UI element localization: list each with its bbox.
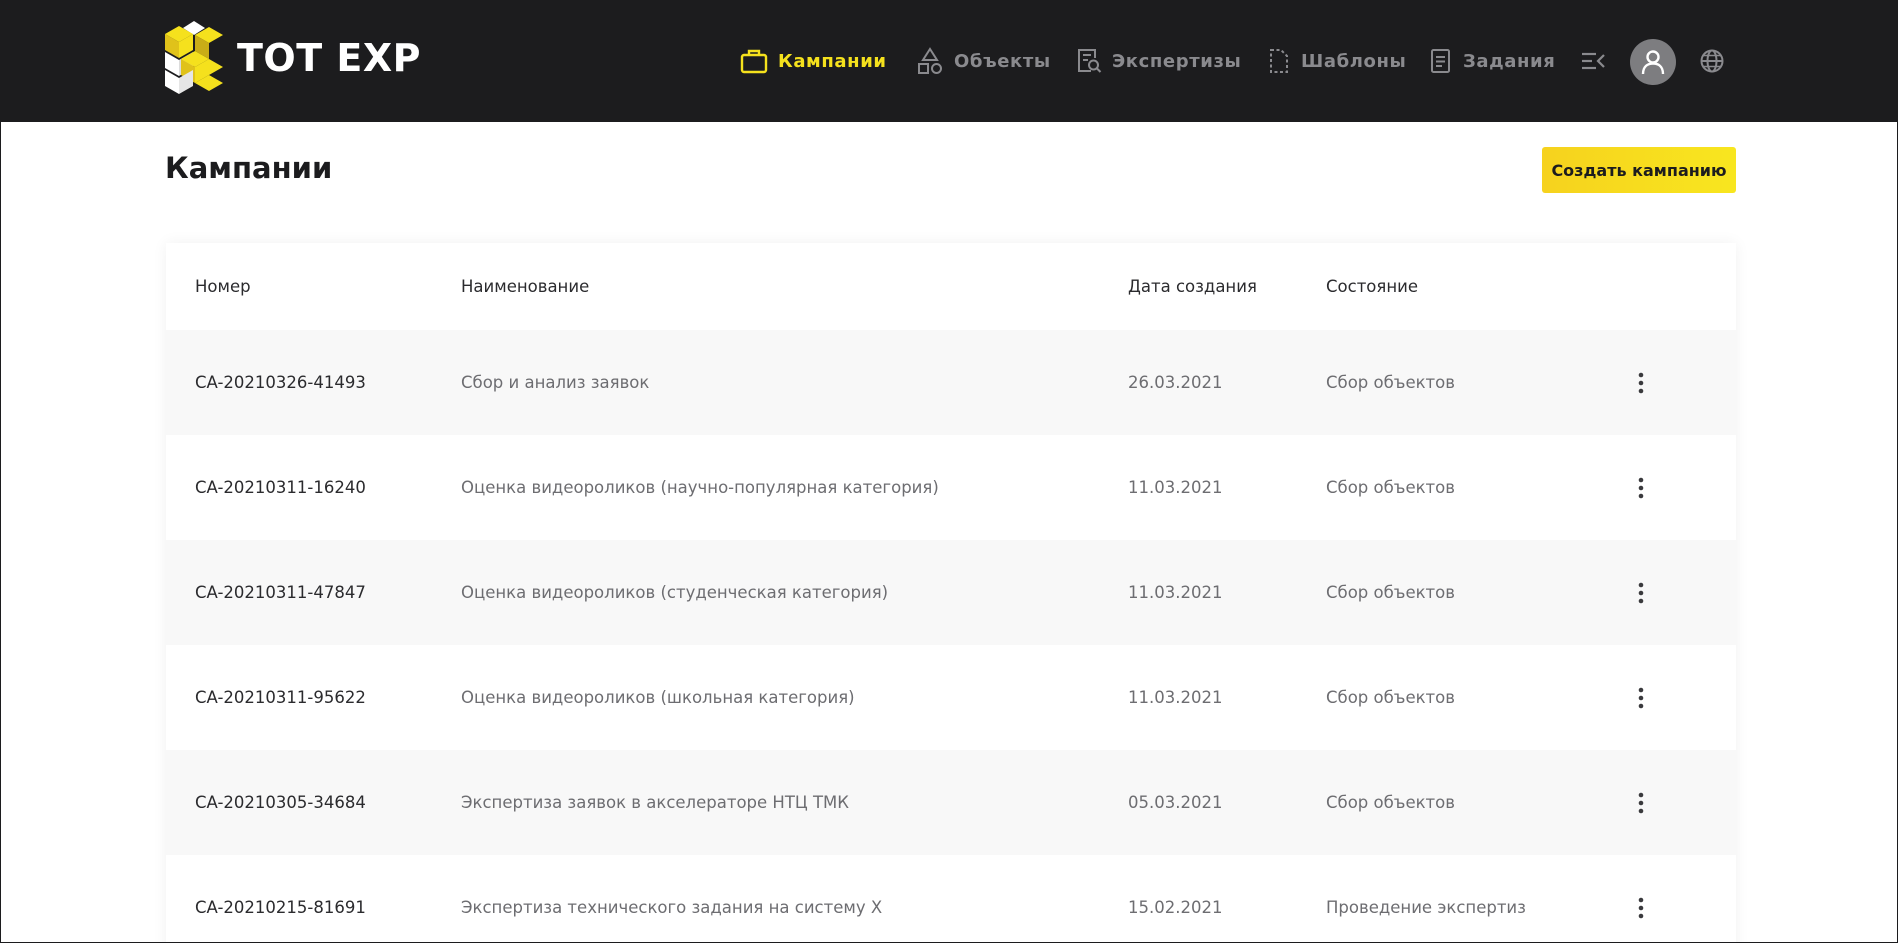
more-vertical-icon [1638, 372, 1644, 394]
table-row[interactable]: CA-20210311-95622 Оценка видеороликов (ш… [166, 645, 1736, 750]
cell-name: Оценка видеороликов (студенческая катего… [461, 583, 889, 602]
row-actions-button[interactable] [1626, 368, 1656, 398]
cell-number: CA-20210311-47847 [195, 583, 366, 602]
nav-item-label: Объекты [954, 50, 1051, 72]
globe-icon [1700, 49, 1724, 73]
language-button[interactable] [1698, 47, 1726, 75]
row-actions-button[interactable] [1626, 578, 1656, 608]
cell-state: Проведение экспертиз [1326, 898, 1526, 917]
column-header-state[interactable]: Состояние [1326, 243, 1418, 330]
table-row[interactable]: CA-20210311-47847 Оценка видеороликов (с… [166, 540, 1736, 645]
column-header-date[interactable]: Дата создания [1128, 243, 1257, 330]
cell-date: 11.03.2021 [1128, 583, 1223, 602]
cell-name: Экспертиза заявок в акселераторе НТЦ ТМК [461, 793, 849, 812]
row-actions-button[interactable] [1626, 473, 1656, 503]
more-vertical-icon [1638, 897, 1644, 919]
app-viewport: TOT EXP Кампании Объекты Экспертизы Шабл… [1, 1, 1897, 942]
document-list-icon [1431, 49, 1450, 73]
column-header-name[interactable]: Наименование [461, 243, 589, 330]
document-search-icon [1078, 49, 1102, 73]
nav-item-expertises[interactable]: Экспертизы [1076, 41, 1241, 81]
user-icon [1641, 50, 1665, 75]
cell-date: 26.03.2021 [1128, 373, 1223, 392]
table-row[interactable]: CA-20210311-16240 Оценка видеороликов (н… [166, 435, 1736, 540]
nav-item-tasks[interactable]: Задания [1429, 41, 1555, 81]
main-nav: Кампании Объекты Экспертизы Шаблоны Зада… [1, 41, 1897, 81]
campaigns-table: Номер Наименование Дата создания Состоян… [166, 243, 1736, 942]
nav-item-label: Задания [1463, 50, 1556, 72]
more-vertical-icon [1638, 582, 1644, 604]
cell-number: CA-20210311-16240 [195, 478, 366, 497]
collapse-menu-button[interactable] [1579, 47, 1607, 75]
table-row[interactable]: CA-20210326-41493 Сбор и анализ заявок 2… [166, 330, 1736, 435]
create-campaign-button[interactable]: Создать кампанию [1542, 147, 1736, 193]
cell-date: 11.03.2021 [1128, 688, 1223, 707]
nav-item-label: Экспертизы [1112, 50, 1242, 72]
collapse-menu-icon [1582, 52, 1605, 70]
cell-state: Сбор объектов [1326, 478, 1455, 497]
nav-item-label: Шаблоны [1301, 50, 1407, 72]
nav-item-objects[interactable]: Объекты [916, 41, 1051, 81]
shapes-icon [918, 47, 942, 74]
dashed-file-icon [1270, 49, 1288, 73]
cell-date: 15.02.2021 [1128, 898, 1223, 917]
table-header: Номер Наименование Дата создания Состоян… [166, 243, 1736, 330]
cell-state: Сбор объектов [1326, 793, 1455, 812]
more-vertical-icon [1638, 687, 1644, 709]
cell-number: CA-20210311-95622 [195, 688, 366, 707]
table-row[interactable]: CA-20210305-34684 Экспертиза заявок в ак… [166, 750, 1736, 855]
table-row[interactable]: CA-20210215-81691 Экспертиза техническог… [166, 855, 1736, 942]
cell-state: Сбор объектов [1326, 688, 1455, 707]
briefcase-icon [740, 49, 768, 74]
more-vertical-icon [1638, 792, 1644, 814]
window-frame: TOT EXP Кампании Объекты Экспертизы Шабл… [0, 0, 1898, 943]
cell-number: CA-20210326-41493 [195, 373, 366, 392]
cell-name: Оценка видеороликов (научно-популярная к… [461, 478, 939, 497]
cell-state: Сбор объектов [1326, 583, 1455, 602]
cell-name: Экспертиза технического задания на систе… [461, 898, 883, 917]
nav-item-campaigns[interactable]: Кампании [740, 41, 887, 81]
nav-item-label: Кампании [778, 50, 887, 72]
cell-name: Оценка видеороликов (школьная категория) [461, 688, 855, 707]
cell-date: 05.03.2021 [1128, 793, 1223, 812]
page-title: Кампании [165, 151, 333, 185]
profile-avatar-button[interactable] [1630, 39, 1676, 85]
row-actions-button[interactable] [1626, 683, 1656, 713]
row-actions-button[interactable] [1626, 893, 1656, 923]
nav-item-templates[interactable]: Шаблоны [1267, 41, 1406, 81]
cell-state: Сбор объектов [1326, 373, 1455, 392]
cell-number: CA-20210215-81691 [195, 898, 366, 917]
column-header-number[interactable]: Номер [195, 243, 251, 330]
more-vertical-icon [1638, 477, 1644, 499]
top-navigation-bar: TOT EXP Кампании Объекты Экспертизы Шабл… [1, 1, 1897, 122]
cell-number: CA-20210305-34684 [195, 793, 366, 812]
row-actions-button[interactable] [1626, 788, 1656, 818]
cell-name: Сбор и анализ заявок [461, 373, 650, 392]
cell-date: 11.03.2021 [1128, 478, 1223, 497]
